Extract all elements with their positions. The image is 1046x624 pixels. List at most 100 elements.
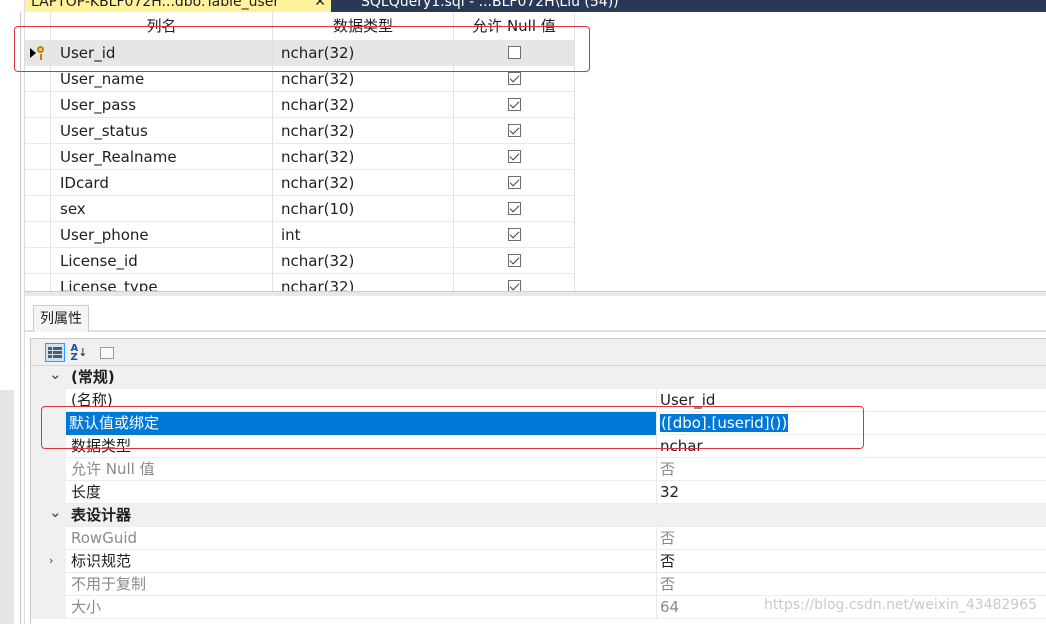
chevron-down-icon[interactable]: ⌄ (49, 365, 62, 383)
property-row-margin (31, 527, 66, 550)
property-row[interactable]: › 标识规范 否 (31, 550, 1046, 573)
allow-null-cell (454, 92, 575, 117)
property-row-margin: › (31, 550, 66, 573)
close-tab-icon[interactable]: ✕ (314, 0, 326, 10)
table-row[interactable]: User_phone int (25, 222, 575, 248)
data-type-cell[interactable]: nchar(32) (273, 144, 454, 169)
property-row-margin (31, 596, 66, 619)
column-name-cell[interactable]: User_pass (51, 92, 273, 117)
data-type-cell[interactable]: nchar(32) (273, 118, 454, 143)
allow-null-checkbox[interactable] (507, 228, 521, 241)
tab-sqlquery1[interactable]: SQLQuery1.sql - ...BLF072H\Liu (54)) (355, 0, 625, 12)
property-row-margin: ⌄ (31, 365, 66, 389)
row-selector[interactable] (25, 222, 51, 247)
property-value[interactable]: 否 (656, 573, 1046, 596)
property-toolbar: A Z ↓ (31, 339, 1046, 366)
property-name: 允许 Null 值 (71, 460, 155, 478)
column-name-cell[interactable]: sex (51, 196, 273, 221)
property-row[interactable]: RowGuid 否 (31, 527, 1046, 550)
rail-scroll-thumb[interactable] (0, 390, 14, 624)
tab-sqlquery1-label: SQLQuery1.sql - ...BLF072H\Liu (54)) (361, 0, 619, 10)
data-type-cell[interactable]: nchar(32) (273, 170, 454, 195)
allow-null-checkbox[interactable] (507, 98, 521, 111)
table-row[interactable]: User_status nchar(32) (25, 118, 575, 144)
row-selector[interactable] (25, 144, 51, 169)
allow-null-cell (454, 274, 575, 291)
rail-divider (20, 12, 21, 624)
tab-table-user[interactable]: LAPTOP-KBLF072H...dbo.Table_user ✕ (25, 0, 331, 12)
property-value-text: 否 (660, 552, 676, 570)
data-type-cell[interactable]: nchar(32) (273, 274, 454, 291)
property-value-text: 否 (660, 460, 676, 478)
property-category[interactable]: ⌄ (常规) (31, 365, 1046, 389)
allow-null-checkbox[interactable] (507, 150, 521, 163)
allow-null-checkbox[interactable] (507, 72, 521, 85)
property-value[interactable]: 32 (656, 481, 1046, 504)
property-name: 标识规范 (71, 552, 132, 570)
allow-null-cell (454, 222, 575, 247)
property-value-text: 否 (660, 529, 676, 547)
column-name-cell[interactable]: User_status (51, 118, 273, 143)
column-name-cell[interactable]: License_type (51, 274, 273, 291)
property-value-text: 否 (660, 575, 676, 593)
table-row[interactable]: IDcard nchar(32) (25, 170, 575, 196)
row-selector[interactable] (25, 170, 51, 195)
property-value[interactable]: 否 (656, 527, 1046, 550)
column-name-cell[interactable]: User_Realname (51, 144, 273, 169)
allow-null-checkbox[interactable] (507, 124, 521, 137)
property-name: 大小 (71, 598, 102, 616)
sort-az-icon: AZ (70, 342, 79, 363)
alphabetical-button[interactable]: A Z ↓ (69, 343, 89, 362)
tab-table-user-label: LAPTOP-KBLF072H...dbo.Table_user (31, 0, 280, 10)
property-row-margin (31, 458, 66, 481)
property-value[interactable]: 否 (656, 458, 1046, 481)
table-row[interactable]: License_id nchar(32) (25, 248, 575, 274)
property-category[interactable]: ⌄ 表设计器 (31, 503, 1046, 527)
allow-null-checkbox[interactable] (507, 254, 521, 267)
table-row[interactable]: sex nchar(10) (25, 196, 575, 222)
property-row-margin (31, 481, 66, 504)
property-row[interactable]: 长度 32 (31, 481, 1046, 504)
table-row[interactable]: User_pass nchar(32) (25, 92, 575, 118)
allow-null-cell (454, 170, 575, 195)
allow-null-checkbox[interactable] (507, 280, 521, 291)
column-name-cell[interactable]: License_id (51, 248, 273, 273)
left-rail (0, 0, 25, 624)
chevron-right-icon[interactable]: › (49, 554, 53, 567)
annotation-box-default-value (41, 406, 864, 449)
property-name: RowGuid (71, 529, 138, 547)
table-row[interactable]: License_type nchar(32) (25, 274, 575, 291)
allow-null-checkbox[interactable] (507, 202, 521, 215)
property-name: (常规) (71, 368, 115, 386)
document-tabstrip: LAPTOP-KBLF072H...dbo.Table_user ✕ SQLQu… (25, 0, 1046, 12)
property-pages-button[interactable] (97, 343, 117, 362)
property-value[interactable]: 否 (656, 550, 1046, 573)
data-type-cell[interactable]: nchar(10) (273, 196, 454, 221)
tab-column-properties[interactable]: 列属性 (33, 305, 89, 332)
property-rows: ⌄ (常规) (名称) User_id 默认值或绑定 ([dbo].[userid]())… (31, 365, 1046, 619)
grid-rows: User_id nchar(32) User_name nchar(32) User_p… (25, 40, 575, 291)
data-type-cell[interactable]: nchar(32) (273, 92, 454, 117)
property-name: 不用于复制 (71, 575, 147, 593)
allow-null-cell (454, 248, 575, 273)
row-selector[interactable] (25, 248, 51, 273)
table-row[interactable]: User_Realname nchar(32) (25, 144, 575, 170)
property-name: 长度 (71, 483, 102, 501)
allow-null-checkbox[interactable] (507, 176, 521, 189)
row-selector[interactable] (25, 118, 51, 143)
data-type-cell[interactable]: int (273, 222, 454, 247)
chevron-down-icon[interactable]: ⌄ (49, 503, 62, 521)
data-type-cell[interactable]: nchar(32) (273, 248, 454, 273)
property-value-text: 32 (660, 483, 680, 501)
property-row-margin (31, 573, 66, 596)
property-row[interactable]: 不用于复制 否 (31, 573, 1046, 596)
column-name-cell[interactable]: User_phone (51, 222, 273, 247)
column-name-cell[interactable]: IDcard (51, 170, 273, 195)
row-selector[interactable] (25, 196, 51, 221)
row-selector[interactable] (25, 92, 51, 117)
annotation-box-user-id (14, 26, 590, 72)
categorized-button[interactable] (45, 343, 65, 362)
property-row[interactable]: 允许 Null 值 否 (31, 458, 1046, 481)
row-selector[interactable] (25, 274, 51, 291)
allow-null-cell (454, 196, 575, 221)
